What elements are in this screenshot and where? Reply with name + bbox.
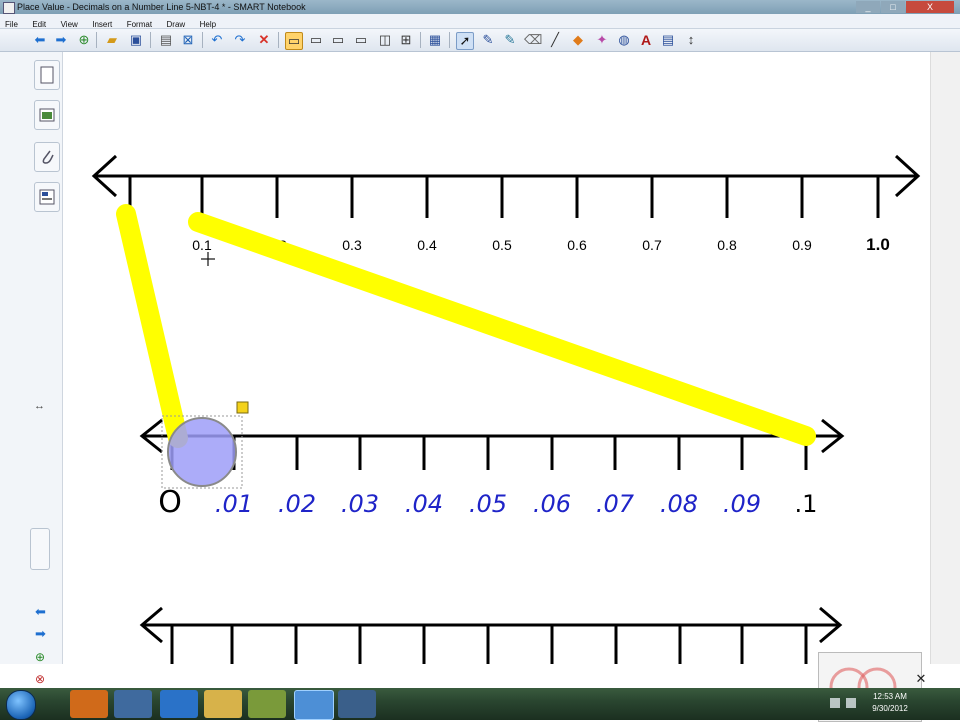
lock-icon[interactable]	[236, 401, 249, 414]
number-lines-drawing: 00.10.20.30.40.50.60.70.80.91.0 O.01.02.…	[91, 154, 921, 664]
handwritten-label: .02	[278, 490, 316, 518]
tray-icon[interactable]	[830, 698, 840, 708]
taskbar-file-explorer[interactable]	[204, 690, 242, 718]
taskbar-media-player[interactable]	[70, 690, 108, 718]
clock-date: 9/30/2012	[872, 704, 908, 713]
clock[interactable]: 12:53 AM 9/30/2012	[862, 691, 918, 715]
clock-time: 12:53 AM	[873, 692, 907, 701]
highlighter-stroke-right[interactable]	[188, 212, 816, 446]
tick-marks	[170, 625, 808, 664]
vertical-scrollbar[interactable]	[930, 52, 960, 664]
tick-label: 0.6	[567, 237, 587, 253]
number-line-middle: O .01 .02 .03 .04 .05 .06 .07 .08 .09 .1	[139, 418, 845, 520]
handwritten-label: .07	[596, 490, 635, 518]
taskbar: 12:53 AM 9/30/2012	[0, 688, 960, 720]
start-button[interactable]	[6, 690, 36, 720]
move-cursor-icon	[201, 252, 215, 266]
tick-label: 0.1	[192, 237, 212, 253]
taskbar-smart-tools[interactable]	[248, 690, 286, 718]
number-line-bottom	[139, 606, 843, 664]
tray-icon[interactable]	[846, 698, 856, 708]
handwritten-label: .08	[660, 490, 698, 518]
handwritten-label: .04	[405, 490, 443, 518]
handwritten-label: O	[158, 485, 182, 520]
tick-label: 1.0	[866, 235, 890, 254]
selected-circle-shape[interactable]	[167, 417, 237, 487]
tick-marks	[128, 176, 880, 218]
tick-label: 0.5	[492, 237, 512, 253]
watermark-close-icon[interactable]: ✕	[914, 672, 928, 686]
handwritten-label: .05	[469, 490, 507, 518]
highlighter-stroke-left[interactable]	[116, 204, 188, 448]
tick-label: 0.8	[717, 237, 737, 253]
handwritten-labels: O .01 .02 .03 .04 .05 .06 .07 .08 .09 .1	[158, 485, 817, 520]
handwritten-label: .06	[533, 490, 571, 518]
handwritten-label: .09	[723, 490, 761, 518]
handwritten-label: .1	[795, 490, 818, 518]
tick-marks	[170, 436, 808, 470]
handwritten-label: .01	[215, 490, 253, 518]
taskbar-paint[interactable]	[114, 690, 152, 718]
tick-label: 0.7	[642, 237, 662, 253]
taskbar-network[interactable]	[338, 690, 376, 718]
taskbar-smart-notebook[interactable]	[294, 690, 334, 720]
taskbar-internet-explorer[interactable]	[160, 690, 198, 718]
tick-label: 0.9	[792, 237, 812, 253]
tick-label: 0.3	[342, 237, 362, 253]
handwritten-label: .03	[341, 490, 379, 518]
tick-label: 0.4	[417, 237, 437, 253]
